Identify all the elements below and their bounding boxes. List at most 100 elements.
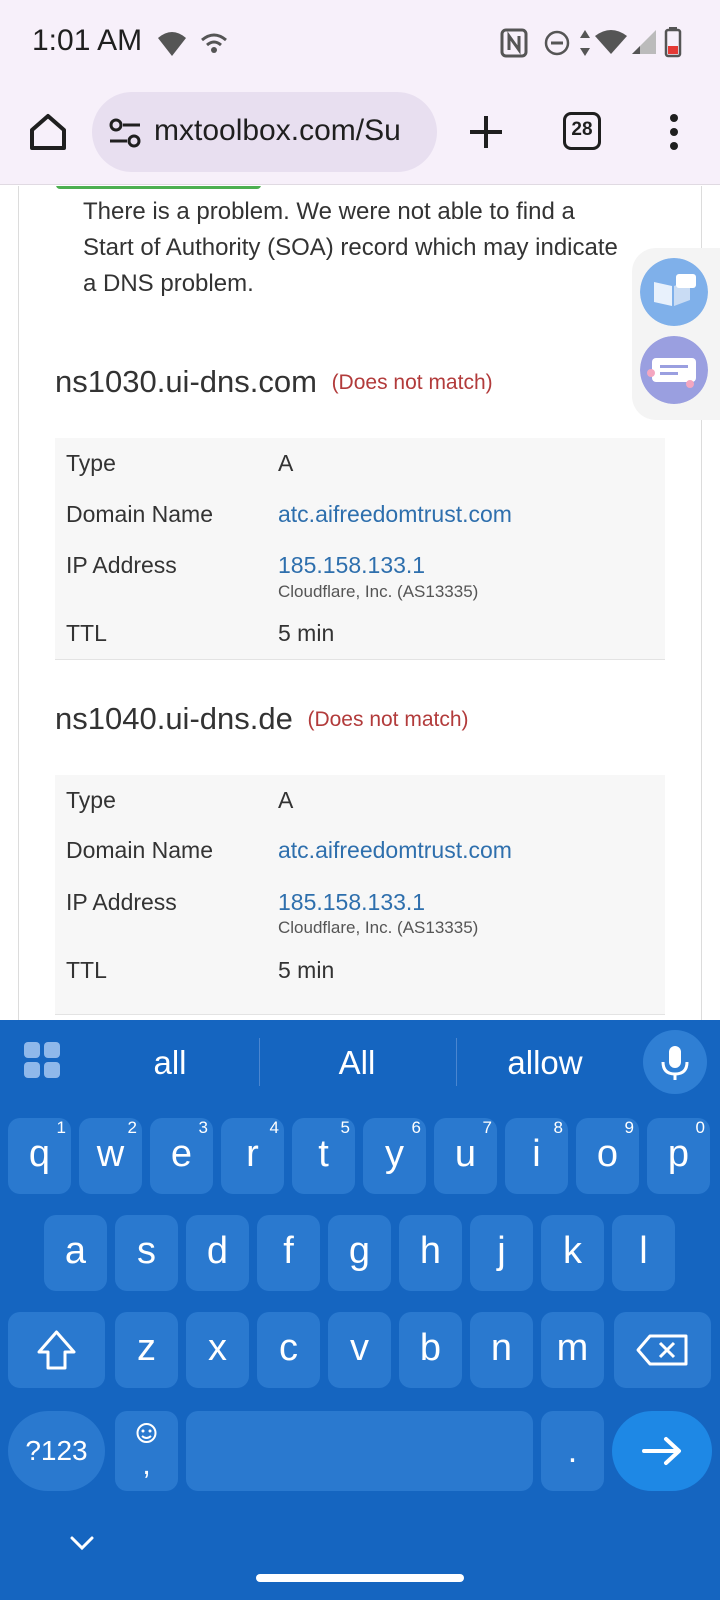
- record-table: Type A Domain Name atc.aifreedomtrust.co…: [55, 438, 665, 660]
- tab-switcher-button[interactable]: 28: [563, 112, 601, 150]
- suggestion[interactable]: all: [90, 1044, 250, 1082]
- nameserver-name: ns1030.ui-dns.com: [55, 364, 317, 399]
- row-label: IP Address: [66, 552, 177, 578]
- key-b[interactable]: b: [399, 1312, 462, 1388]
- shift-icon: [37, 1330, 76, 1370]
- key-label: r: [246, 1133, 259, 1175]
- key-t[interactable]: t5: [292, 1118, 355, 1194]
- key-e[interactable]: e3: [150, 1118, 213, 1194]
- key-x[interactable]: x: [186, 1312, 249, 1388]
- key-o[interactable]: o9: [576, 1118, 639, 1194]
- key-u[interactable]: u7: [434, 1118, 497, 1194]
- key-v[interactable]: v: [328, 1312, 391, 1388]
- new-tab-icon[interactable]: [462, 108, 510, 156]
- key-label: f: [283, 1230, 294, 1272]
- key-g[interactable]: g: [328, 1215, 391, 1291]
- nameserver-heading: ns1040.ui-dns.de (Does not match): [55, 701, 469, 737]
- problem-message: There is a problem. We were not able to …: [83, 198, 618, 297]
- key-q[interactable]: q1: [8, 1118, 71, 1194]
- key-label: x: [208, 1327, 227, 1369]
- hotspot-icon: [201, 33, 227, 53]
- key-j[interactable]: j: [470, 1215, 533, 1291]
- key-z[interactable]: z: [115, 1312, 178, 1388]
- key-l[interactable]: l: [612, 1215, 675, 1291]
- key-r[interactable]: r4: [221, 1118, 284, 1194]
- symbols-key[interactable]: ?123: [8, 1411, 105, 1491]
- key-hint: 8: [553, 1118, 563, 1137]
- suggestion[interactable]: allow: [465, 1044, 625, 1082]
- shift-key[interactable]: [8, 1312, 105, 1388]
- row-label: Type: [66, 787, 116, 813]
- page-content: There is a problem. We were not able to …: [0, 186, 720, 1020]
- apps-grid-icon[interactable]: [22, 1040, 62, 1080]
- key-label: p: [667, 1133, 690, 1175]
- row-label: IP Address: [66, 889, 177, 915]
- go-key[interactable]: [612, 1411, 712, 1491]
- key-label: b: [419, 1327, 442, 1369]
- key-s[interactable]: s: [115, 1215, 178, 1291]
- site-settings-icon[interactable]: [108, 116, 142, 150]
- arrow-right-icon: [642, 1437, 681, 1465]
- signal-icon: [632, 30, 656, 54]
- suggestion[interactable]: All: [277, 1044, 437, 1082]
- divider: [259, 1038, 260, 1086]
- ip-owner: Cloudflare, Inc. (AS13335): [278, 582, 479, 601]
- key-k[interactable]: k: [541, 1215, 604, 1291]
- key-h[interactable]: h: [399, 1215, 462, 1291]
- row-value: 5 min: [278, 620, 335, 646]
- ip-owner: Cloudflare, Inc. (AS13335): [278, 918, 479, 937]
- data-arrows-icon: [580, 30, 590, 56]
- key-a[interactable]: a: [44, 1215, 107, 1291]
- row-value: A: [278, 450, 294, 476]
- key-hint: 6: [411, 1118, 421, 1137]
- status-indicator-bar: [56, 186, 261, 189]
- key-hint: 1: [56, 1118, 66, 1137]
- domain-link[interactable]: atc.aifreedomtrust.com: [278, 501, 512, 528]
- voice-input-button[interactable]: [643, 1030, 707, 1094]
- key-label: n: [490, 1327, 513, 1369]
- wifi-calling-icon: [158, 32, 186, 56]
- ip-link[interactable]: 185.158.133.1: [278, 889, 425, 916]
- hide-keyboard-icon[interactable]: [66, 1532, 98, 1554]
- key-label: h: [419, 1230, 442, 1272]
- key-label: a: [64, 1230, 87, 1272]
- key-hint: 4: [269, 1118, 279, 1137]
- key-hint: 9: [624, 1118, 634, 1137]
- key-c[interactable]: c: [257, 1312, 320, 1388]
- domain-link[interactable]: atc.aifreedomtrust.com: [278, 837, 512, 864]
- key-label: v: [350, 1327, 369, 1369]
- more-options-icon[interactable]: [660, 108, 688, 156]
- space-bar[interactable]: [186, 1411, 533, 1491]
- row-value: 5 min: [278, 957, 335, 983]
- key-hint: 2: [127, 1118, 137, 1137]
- key-label: s: [137, 1230, 156, 1272]
- backspace-key[interactable]: [614, 1312, 711, 1388]
- address-bar[interactable]: mxtoolbox.com/Su: [92, 92, 437, 172]
- key-y[interactable]: y6: [363, 1118, 426, 1194]
- key-w[interactable]: w2: [79, 1118, 142, 1194]
- ip-link[interactable]: 185.158.133.1: [278, 552, 425, 579]
- nameserver-heading: ns1030.ui-dns.com (Does not match): [55, 364, 493, 400]
- key-d[interactable]: d: [186, 1215, 249, 1291]
- key-m[interactable]: m: [541, 1312, 604, 1388]
- comma-label: ,: [142, 1448, 151, 1481]
- key-p[interactable]: p0: [647, 1118, 710, 1194]
- home-icon[interactable]: [24, 108, 72, 156]
- key-f[interactable]: f: [257, 1215, 320, 1291]
- on-screen-keyboard: all All allow q1 w2 e3 r4 t5 y6 u7 i8 o9…: [0, 1020, 720, 1600]
- key-i[interactable]: i8: [505, 1118, 568, 1194]
- key-n[interactable]: n: [470, 1312, 533, 1388]
- url-text[interactable]: mxtoolbox.com/Su: [154, 114, 424, 148]
- emoji-comma-key[interactable]: ,: [115, 1411, 178, 1491]
- nameserver-name: ns1040.ui-dns.de: [55, 701, 293, 736]
- floating-tools-panel: [632, 248, 720, 420]
- feedback-icon[interactable]: [640, 336, 708, 404]
- key-label: w: [96, 1133, 125, 1175]
- divider: [456, 1038, 457, 1086]
- wifi-icon: [595, 30, 627, 54]
- row-label: TTL: [66, 620, 107, 646]
- home-indicator[interactable]: [256, 1574, 464, 1582]
- period-key[interactable]: .: [541, 1411, 604, 1491]
- status-bar: 1:01 AM: [0, 0, 720, 88]
- reader-mode-icon[interactable]: [640, 258, 708, 326]
